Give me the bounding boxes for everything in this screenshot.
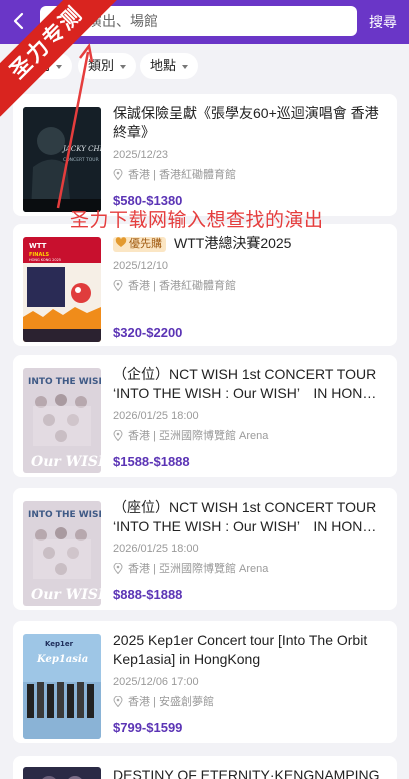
priority-badge: 優先購 (113, 237, 166, 252)
event-venue: 香港 | 安盛創夢館 (113, 693, 383, 709)
event-date: 2025/12/10 (113, 260, 169, 272)
venue-text: 香港 | 亞洲國際博覽館 Arena (128, 430, 269, 442)
chevron-down-icon (120, 64, 127, 69)
filter-location[interactable]: 地點 (140, 53, 199, 79)
search-button[interactable]: 搜尋 (357, 0, 409, 44)
location-pin-icon (113, 280, 123, 291)
event-poster (23, 767, 101, 779)
event-date: 2025/12/23 (113, 149, 169, 161)
event-venue: 香港 | 香港紅磡體育館 (113, 277, 383, 293)
poster-text: HONG KONG 2025 (29, 258, 61, 262)
poster-text: Kep1er (45, 640, 74, 648)
event-price: $320-$2200 (113, 325, 183, 340)
event-title: DESTINY OF ETERNITY·KENGNAMPING (113, 767, 380, 779)
watermark-text: 圣力下载网输入想查找的演出 (70, 210, 324, 231)
poster-text: Our WISH (31, 454, 101, 470)
event-venue: 香港 | 香港紅磡體育館 (113, 166, 383, 182)
event-title: 保誠保險呈獻《張學友60+巡迴演唱會 香港終章》 (113, 105, 379, 140)
heart-icon (115, 237, 127, 247)
event-date: 2025/12/06 17:00 (113, 676, 199, 688)
venue-text: 香港 | 香港紅磡體育館 (128, 169, 236, 181)
event-venue: 香港 | 亞洲國際博覽館 Arena (113, 560, 383, 576)
event-card[interactable]: Kep1er Kep1asia 2025 Kep1er Concert tour… (13, 621, 397, 743)
event-poster: INTO THE WISH Our WISH (23, 368, 101, 473)
event-title: （企位）NCT WISH 1st CONCERT TOUR ‘INTO THE … (113, 366, 377, 401)
location-pin-icon (113, 696, 123, 707)
event-card[interactable]: DESTINY OF ETERNITY·KENGNAMPING (13, 756, 397, 779)
event-date: 2026/01/25 18:00 (113, 543, 199, 555)
event-poster: JACKY CHEUNG 60+ CONCERT TOUR (23, 107, 101, 212)
filter-label: 地點 (150, 58, 177, 73)
event-price: $1588-$1888 (113, 454, 190, 469)
tag-label: 優先購 (129, 238, 162, 250)
event-poster: WTT FINALS HONG KONG 2025 (23, 237, 101, 342)
location-pin-icon (113, 563, 123, 574)
poster-text: CONCERT TOUR (63, 157, 99, 163)
event-card[interactable]: INTO THE WISH Our WISH （企位）NCT WISH 1st … (13, 355, 397, 477)
venue-text: 香港 | 香港紅磡體育館 (128, 280, 236, 292)
back-arrow-icon[interactable] (8, 10, 30, 32)
event-card[interactable]: WTT FINALS HONG KONG 2025 優先購 WTT港總決賽2025… (13, 224, 397, 346)
filter-label: 類別 (88, 58, 115, 73)
venue-text: 香港 | 亞洲國際博覽館 Arena (128, 563, 269, 575)
location-pin-icon (113, 169, 123, 180)
poster-text: INTO THE WISH (28, 377, 101, 387)
filter-category[interactable]: 類別 (78, 53, 137, 79)
poster-text: Our WISH (31, 587, 101, 603)
event-title: 優先購 WTT港總決賽2025 (113, 234, 383, 253)
event-poster: INTO THE WISH Our WISH (23, 501, 101, 606)
event-price: $888-$1888 (113, 587, 183, 602)
event-price: $799-$1599 (113, 720, 183, 735)
venue-text: 香港 | 安盛創夢館 (128, 696, 214, 708)
chevron-down-icon (182, 64, 189, 69)
poster-text: JACKY CHEUNG 60+ (61, 145, 101, 153)
event-date: 2026/01/25 18:00 (113, 410, 199, 422)
location-pin-icon (113, 430, 123, 441)
event-card[interactable]: INTO THE WISH Our WISH （座位）NCT WISH 1st … (13, 488, 397, 610)
event-title-text: WTT港總決賽2025 (174, 235, 292, 251)
event-title: 2025 Kep1er Concert tour [Into The Orbit… (113, 632, 368, 667)
poster-text: Kep1asia (36, 654, 88, 665)
poster-text: INTO THE WISH (28, 510, 101, 520)
event-venue: 香港 | 亞洲國際博覽館 Arena (113, 427, 383, 443)
event-card[interactable]: JACKY CHEUNG 60+ CONCERT TOUR 保誠保險呈獻《張學友… (13, 94, 397, 216)
poster-text: WTT (29, 242, 47, 250)
chevron-down-icon (56, 64, 63, 69)
event-poster: Kep1er Kep1asia (23, 634, 101, 739)
event-title: （座位）NCT WISH 1st CONCERT TOUR ‘INTO THE … (113, 499, 377, 534)
